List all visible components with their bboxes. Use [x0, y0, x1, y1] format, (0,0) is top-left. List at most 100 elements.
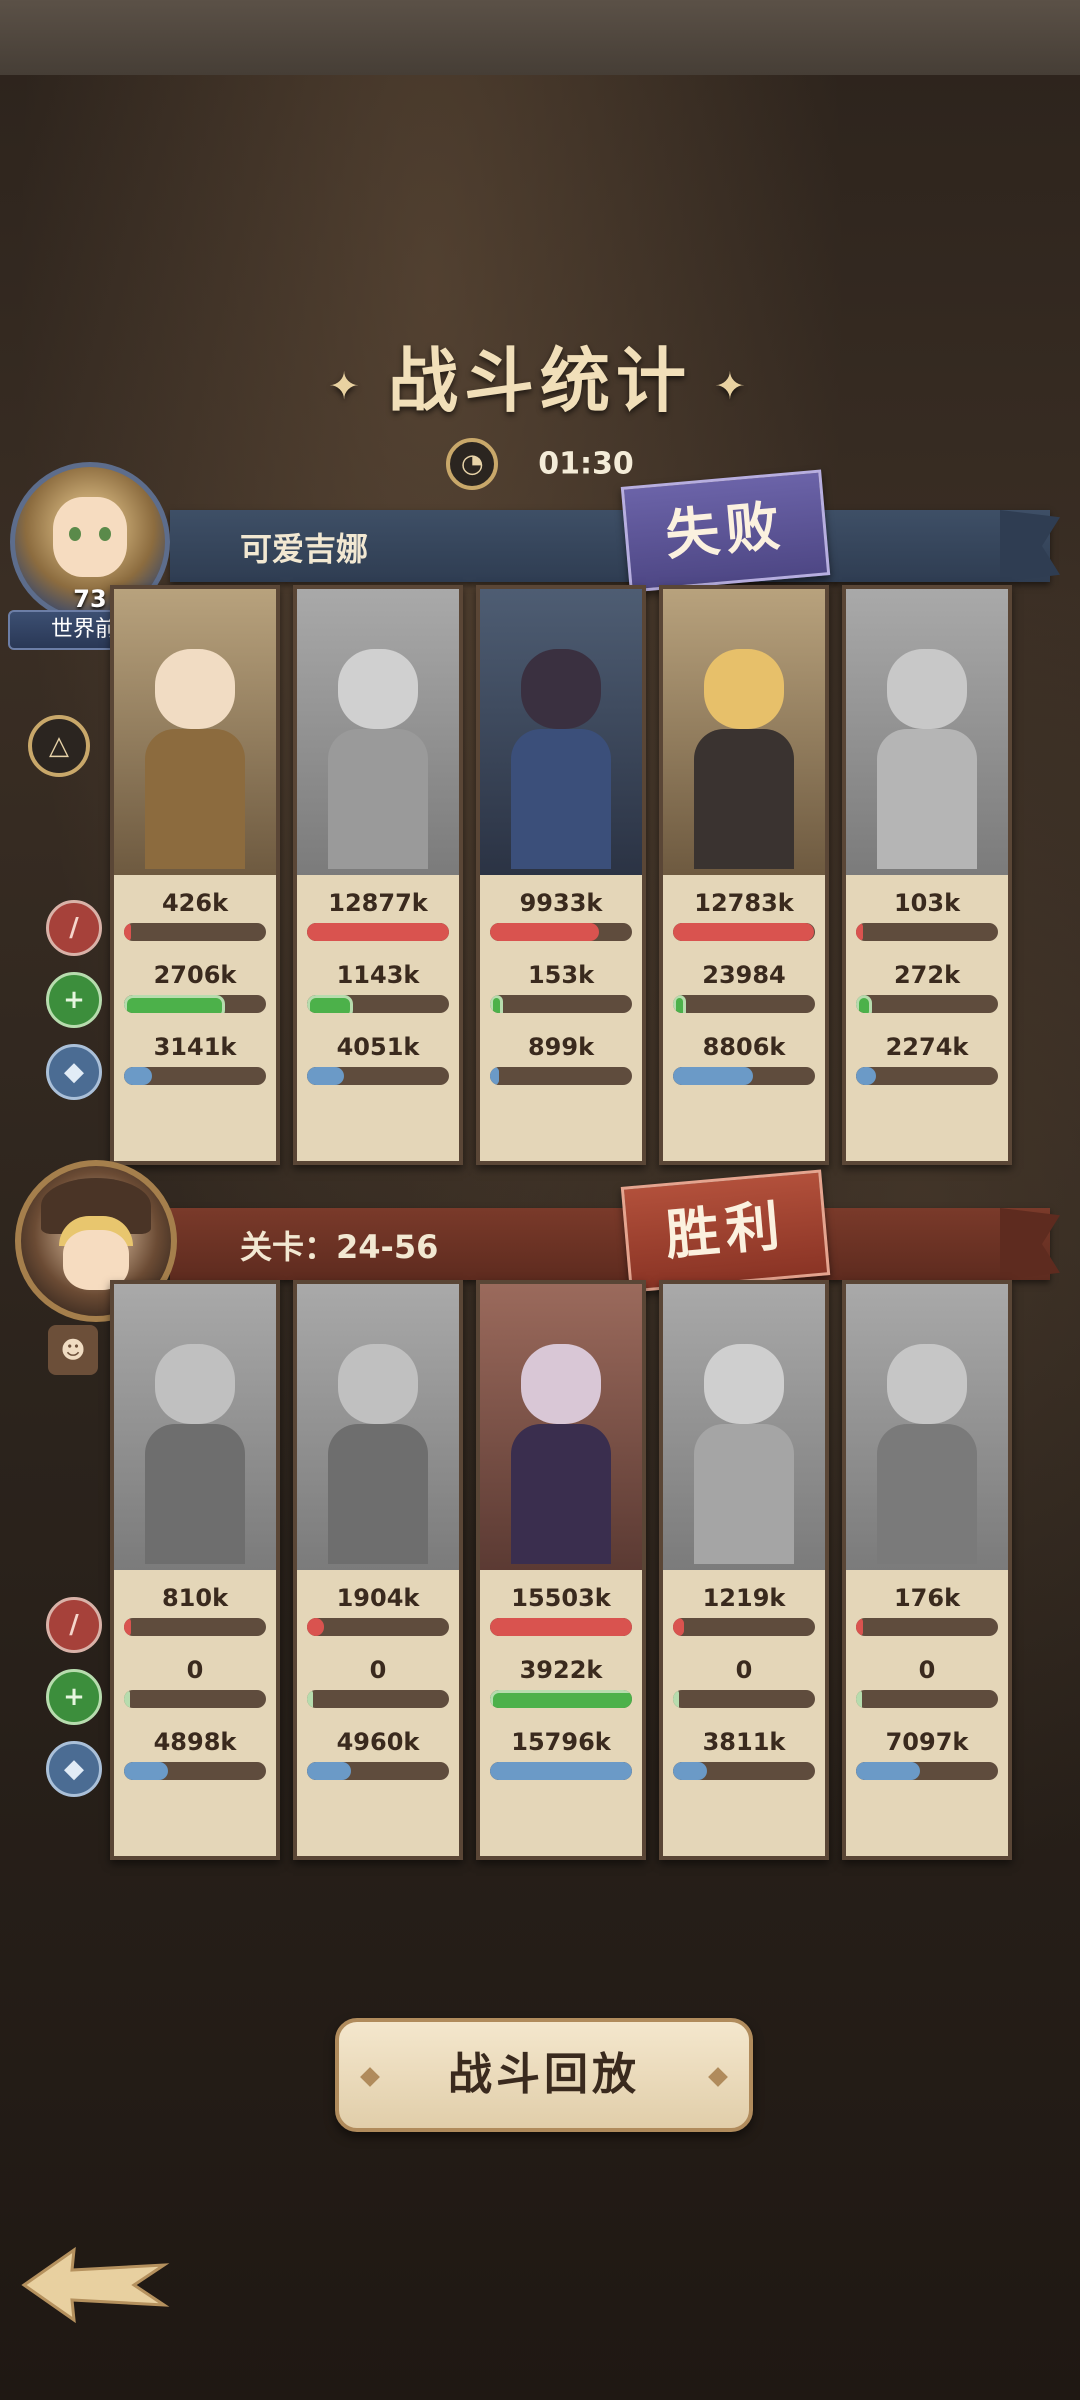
hero-stats: 12877k 1143k 4051k	[297, 875, 459, 1161]
damage-bar-fill	[307, 1618, 325, 1636]
hero-body	[877, 729, 977, 869]
damage-value: 9933k	[519, 889, 603, 917]
defense-icon: ◆	[46, 1741, 102, 1797]
page-title: ✦ 战斗统计 ✦	[0, 325, 1080, 426]
hero-head	[887, 1344, 967, 1424]
hero-figure	[140, 629, 250, 869]
heal-bar-fill	[673, 1690, 679, 1708]
heal-value: 0	[186, 1656, 204, 1684]
hero-card[interactable]: 810k 0 4898k	[110, 1280, 280, 1860]
victory-badge: 胜利	[620, 1169, 831, 1293]
defense-bar	[490, 1762, 632, 1780]
heal-icon: +	[46, 1669, 102, 1725]
hero-portrait	[846, 589, 1008, 875]
damage-bar-fill	[307, 923, 449, 941]
party-icon[interactable]: ☻	[48, 1325, 98, 1375]
heal-bar	[673, 995, 815, 1013]
hero-card[interactable]: 15503k 3922k 15796k	[476, 1280, 646, 1860]
defense-bar	[124, 1762, 266, 1780]
battle-replay-button[interactable]: 战斗回放	[335, 2018, 753, 2132]
damage-icon: /	[46, 1597, 102, 1653]
defense-value: 3141k	[153, 1033, 237, 1061]
defense-bar	[673, 1762, 815, 1780]
hero-card[interactable]: 12877k 1143k 4051k	[293, 585, 463, 1165]
damage-stat: 176k	[856, 1584, 998, 1636]
heal-bar	[124, 995, 266, 1013]
heal-bar-fill	[124, 995, 226, 1013]
damage-bar	[124, 923, 266, 941]
hero-card[interactable]: 426k 2706k 3141k	[110, 585, 280, 1165]
hero-head	[155, 1344, 235, 1424]
damage-bar	[490, 1618, 632, 1636]
hero-figure	[323, 1324, 433, 1564]
defense-bar	[673, 1067, 815, 1085]
defense-value: 8806k	[702, 1033, 786, 1061]
heal-value: 272k	[893, 961, 961, 989]
timer-value: 01:30	[538, 446, 634, 482]
hero-stats: 9933k 153k 899k	[480, 875, 642, 1161]
defense-value: 15796k	[511, 1728, 611, 1756]
defense-stat: 3141k	[124, 1033, 266, 1085]
title-text: 战斗统计	[388, 340, 692, 422]
hero-portrait	[663, 589, 825, 875]
ornament-icon	[360, 2067, 380, 2087]
hero-stats: 12783k 23984 8806k	[663, 875, 825, 1161]
damage-bar	[673, 923, 815, 941]
defense-bar	[307, 1762, 449, 1780]
defense-value: 3811k	[702, 1728, 786, 1756]
damage-stat: 103k	[856, 889, 998, 941]
damage-stat: 1904k	[307, 1584, 449, 1636]
hero-card[interactable]: 103k 272k 2274k	[842, 585, 1012, 1165]
defense-bar-fill	[856, 1762, 920, 1780]
damage-stat: 9933k	[490, 889, 632, 941]
back-arrow-icon[interactable]	[14, 2240, 174, 2330]
hero-portrait	[297, 589, 459, 875]
heal-bar-fill	[856, 995, 872, 1013]
heal-stat: 0	[124, 1656, 266, 1708]
heal-bar	[856, 1690, 998, 1708]
hero-body	[511, 1424, 611, 1564]
hero-card[interactable]: 1904k 0 4960k	[293, 1280, 463, 1860]
damage-value: 810k	[161, 1584, 229, 1612]
hero-head	[704, 1344, 784, 1424]
hero-head	[704, 649, 784, 729]
defense-bar-fill	[490, 1762, 632, 1780]
avatar-face	[53, 497, 127, 577]
damage-bar-fill	[124, 923, 132, 941]
heal-stat: 2706k	[124, 961, 266, 1013]
hero-stats: 1219k 0 3811k	[663, 1570, 825, 1856]
hero-body	[694, 1424, 794, 1564]
hero-card[interactable]: 1219k 0 3811k	[659, 1280, 829, 1860]
heal-bar	[490, 995, 632, 1013]
hero-head	[338, 649, 418, 729]
defense-stat: 8806k	[673, 1033, 815, 1085]
heal-stat: 1143k	[307, 961, 449, 1013]
defense-bar-fill	[856, 1067, 876, 1085]
defense-stat: 3811k	[673, 1728, 815, 1780]
heal-stat: 0	[856, 1656, 998, 1708]
hero-card[interactable]: 176k 0 7097k	[842, 1280, 1012, 1860]
defense-stat: 899k	[490, 1033, 632, 1085]
hero-stats: 426k 2706k 3141k	[114, 875, 276, 1161]
heal-value: 0	[918, 1656, 936, 1684]
damage-stat: 426k	[124, 889, 266, 941]
heal-bar-fill	[307, 995, 353, 1013]
damage-icon: /	[46, 900, 102, 956]
hero-body	[328, 729, 428, 869]
defense-value: 899k	[527, 1033, 595, 1061]
hero-card[interactable]: 9933k 153k 899k	[476, 585, 646, 1165]
hero-card[interactable]: 12783k 23984 8806k	[659, 585, 829, 1165]
defense-value: 7097k	[885, 1728, 969, 1756]
hero-figure	[689, 1324, 799, 1564]
damage-bar	[856, 1618, 998, 1636]
formation-icon[interactable]: △	[28, 715, 90, 777]
player-banner: 可爱吉娜	[170, 510, 1060, 582]
hero-body	[511, 729, 611, 869]
heal-value: 0	[735, 1656, 753, 1684]
hero-head	[521, 649, 601, 729]
heal-value: 153k	[527, 961, 595, 989]
defense-bar-fill	[124, 1762, 169, 1780]
defense-bar-fill	[673, 1067, 753, 1085]
hero-stats: 15503k 3922k 15796k	[480, 1570, 642, 1856]
damage-bar-fill	[856, 923, 864, 941]
